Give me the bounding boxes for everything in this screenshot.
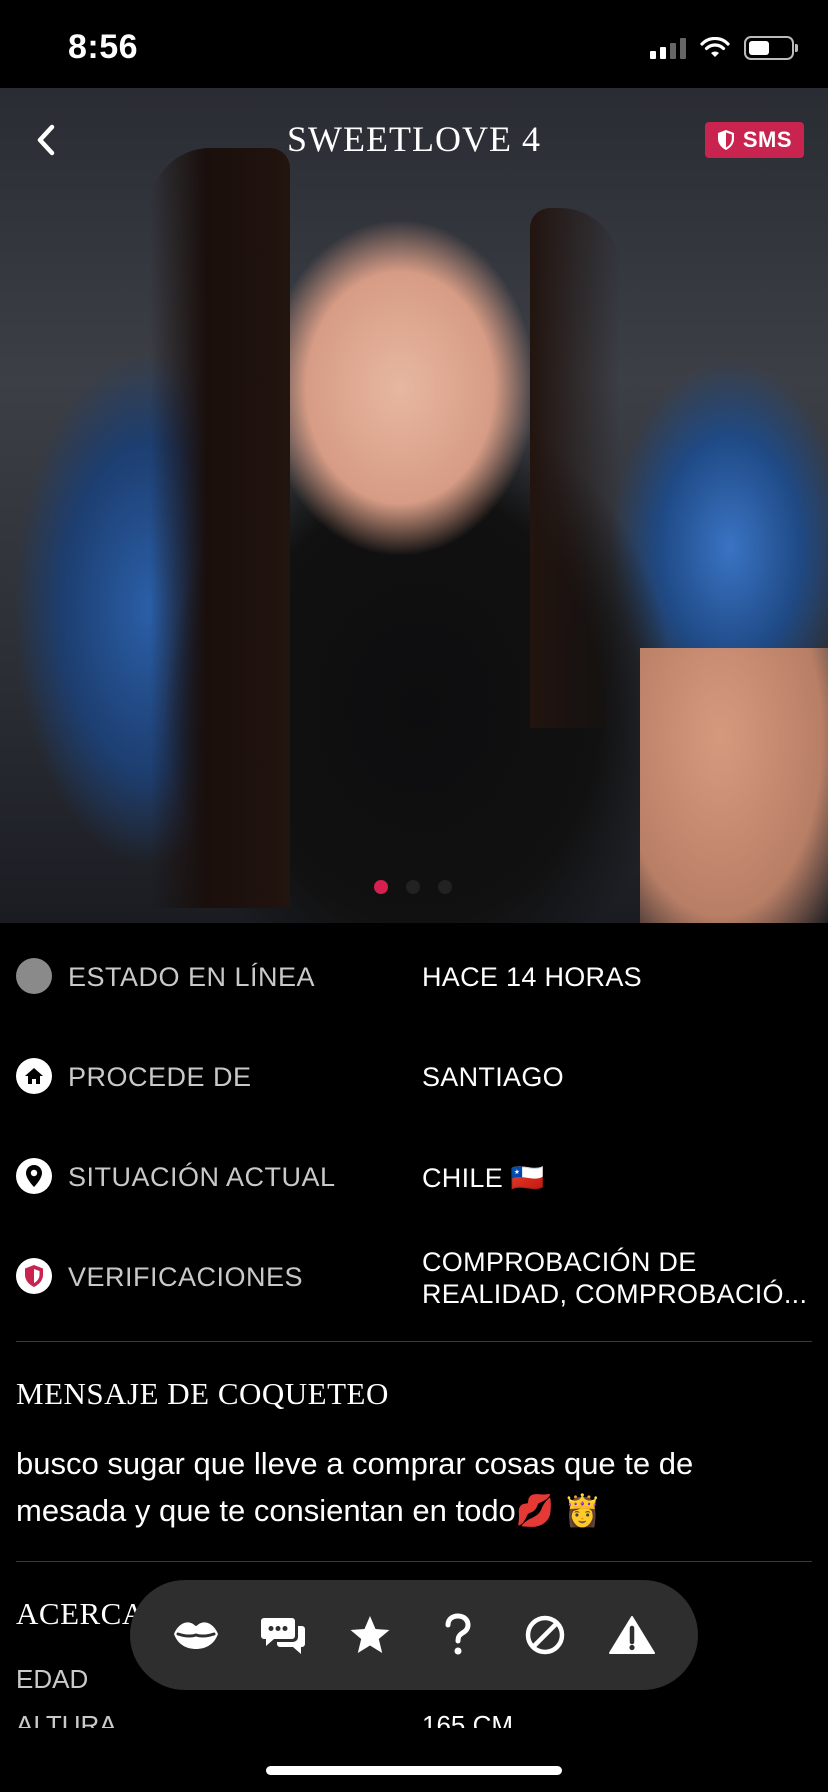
profile-info-list: ESTADO EN LÍNEA HACE 14 HORAS PROCEDE DE…	[0, 924, 828, 1324]
info-row-online-status: ESTADO EN LÍNEA HACE 14 HORAS	[0, 924, 828, 1024]
home-icon	[16, 1058, 52, 1094]
info-value: CHILE 🇨🇱	[422, 1163, 545, 1193]
divider	[16, 1561, 812, 1562]
info-value: HACE 14 HORAS	[422, 962, 642, 992]
height-label: ALTURA	[16, 1712, 117, 1728]
star-icon	[350, 1616, 390, 1653]
block-icon	[525, 1615, 565, 1655]
kiss-icon	[173, 1622, 218, 1649]
photo-dot-2[interactable]	[406, 880, 420, 894]
shield-icon	[16, 1258, 52, 1294]
info-row-current-location: SITUACIÓN ACTUAL CHILE 🇨🇱	[0, 1124, 828, 1224]
divider	[16, 1341, 812, 1342]
chat-button[interactable]	[254, 1606, 312, 1664]
info-row-origin: PROCEDE DE SANTIAGO	[0, 1024, 828, 1124]
cellular-signal-icon	[650, 37, 686, 59]
report-button[interactable]	[603, 1606, 661, 1664]
chat-icon	[260, 1618, 305, 1654]
info-value: COMPROBACIÓN DE REALIDAD, COMPROBACIÓ...	[422, 1247, 808, 1309]
status-icons	[650, 36, 798, 60]
favorite-button[interactable]	[341, 1606, 399, 1664]
status-dot-icon	[16, 958, 52, 994]
height-value: 165 CM	[422, 1712, 514, 1728]
info-label: SITUACIÓN ACTUAL	[68, 1162, 336, 1192]
info-value: SANTIAGO	[422, 1062, 564, 1092]
home-indicator[interactable]	[266, 1766, 562, 1775]
sms-badge-button[interactable]: SMS	[704, 122, 804, 158]
shield-icon	[717, 130, 734, 150]
wifi-icon	[700, 37, 730, 57]
age-label: EDAD	[16, 1664, 89, 1694]
info-label: PROCEDE DE	[68, 1062, 252, 1092]
status-bar: 8:56	[0, 0, 828, 100]
question-icon	[445, 1613, 471, 1655]
info-label: ESTADO EN LÍNEA	[68, 962, 316, 992]
profile-action-bar	[130, 1580, 698, 1690]
kiss-button[interactable]	[167, 1606, 225, 1664]
photo-dot-1[interactable]	[374, 880, 388, 894]
profile-photo[interactable]	[0, 88, 828, 923]
info-label: VERIFICACIONES	[68, 1262, 304, 1292]
question-button[interactable]	[429, 1606, 487, 1664]
sms-badge-label: SMS	[742, 127, 792, 152]
flirt-message-text: busco sugar que lleve a comprar cosas qu…	[16, 1446, 694, 1528]
status-time: 8:56	[68, 28, 139, 66]
about-section-title: ACERCA	[16, 1596, 145, 1631]
flirt-section-title: MENSAJE DE COQUETEO	[16, 1376, 389, 1411]
block-button[interactable]	[516, 1606, 574, 1664]
photo-page-indicator[interactable]	[374, 880, 452, 894]
profile-title: SWEETLOVE 4	[287, 119, 541, 159]
location-pin-icon	[16, 1158, 52, 1194]
battery-icon	[744, 36, 798, 60]
info-row-verifications[interactable]: VERIFICACIONES COMPROBACIÓN DE REALIDAD,…	[0, 1224, 828, 1324]
photo-dot-3[interactable]	[438, 880, 452, 894]
warning-icon	[609, 1616, 656, 1654]
